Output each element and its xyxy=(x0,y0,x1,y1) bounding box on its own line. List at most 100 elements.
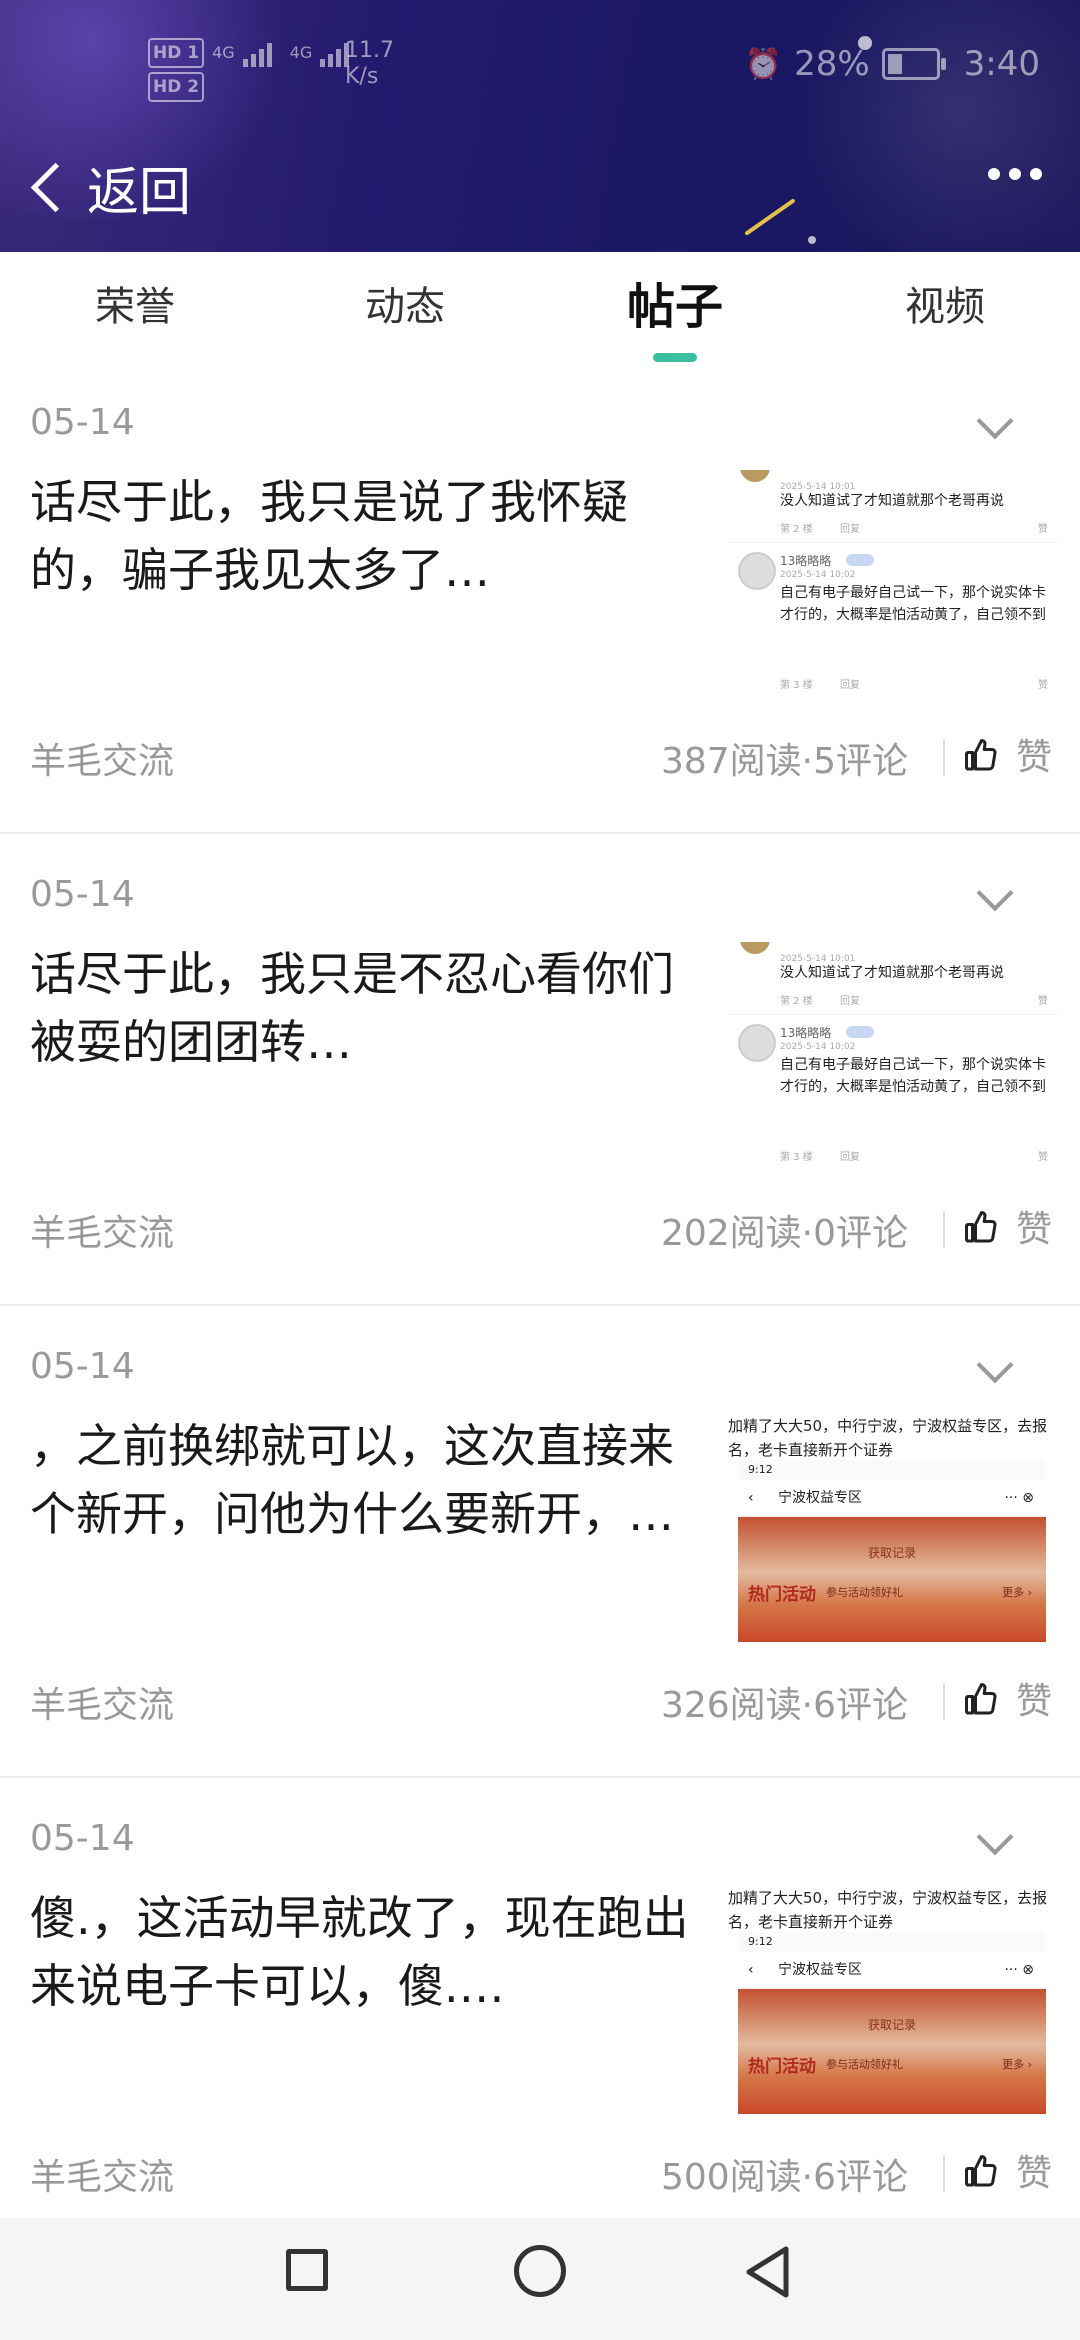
speed-value: 11.7 xyxy=(345,38,394,63)
comment-reply: 回复 xyxy=(840,996,860,1007)
system-nav-bar xyxy=(0,2218,1080,2340)
tab-honor[interactable]: 荣誉 xyxy=(0,252,270,362)
more-dots-icon xyxy=(1030,168,1042,180)
comment-floor: 第 3 楼 xyxy=(780,680,813,691)
thumb-hot-sub: 参与活动领好礼 xyxy=(826,2058,903,2071)
post-title[interactable]: 话尽于此，我只是说了我怀疑的，骗子我见太多了… xyxy=(30,468,710,604)
thumb-record: 获取记录 xyxy=(867,2018,916,2032)
thumb-record: 获取记录 xyxy=(867,1546,916,1560)
comment-user: 13略略略 xyxy=(780,1026,832,1040)
comment-like: 赞 xyxy=(1038,1152,1048,1163)
tab-label: 帖子 xyxy=(626,279,723,335)
signal-group: HD 1 4G 4G HD 2 xyxy=(148,36,350,104)
post-title[interactable]: ，之前换绑就可以，这次直接来个新开，问他为什么要新开，… xyxy=(30,1412,710,1548)
post-category[interactable]: 羊毛交流 xyxy=(30,1676,174,1728)
thumbs-up-icon xyxy=(964,739,997,771)
thumb-statusbar: 9:12 xyxy=(738,1932,1046,1952)
post-category[interactable]: 羊毛交流 xyxy=(30,2148,174,2200)
post-date: 05-14 xyxy=(30,402,135,443)
thumb-hot-sub: 参与活动领好礼 xyxy=(826,1586,903,1599)
triangle-back-icon[interactable] xyxy=(742,2244,792,2300)
thumbs-up-icon xyxy=(964,1211,997,1243)
post-stats: 326阅读·6评论 xyxy=(660,1685,908,1726)
battery-percent: 28% xyxy=(794,44,870,84)
like-button[interactable]: 赞 xyxy=(962,2144,1052,2196)
thumb-caption: 加精了大大50，中行宁波，宁波权益专区，去报名，老卡直接新开个证券 xyxy=(728,1417,1048,1459)
battery-icon xyxy=(881,48,946,80)
thumb-more: 更多 › xyxy=(1002,2058,1032,2071)
comment-floor: 第 2 楼 xyxy=(780,996,813,1007)
tab-posts[interactable]: 帖子 xyxy=(540,252,810,362)
decor-streak xyxy=(744,198,796,236)
network-type-2: 4G xyxy=(289,43,313,62)
post-stats: 387阅读·5评论 xyxy=(660,741,908,782)
thumb-statusbar: 9:12 xyxy=(738,1460,1046,1480)
like-label: 赞 xyxy=(1015,1681,1052,1722)
post-thumbnail[interactable]: 加精了大大50，中行宁波，宁波权益专区，去报名，老卡直接新开个证券 9:12 ‹… xyxy=(728,1414,1058,1642)
comment-floor: 第 3 楼 xyxy=(780,1152,813,1163)
sim2-badge: HD 2 xyxy=(148,72,205,102)
avatar xyxy=(740,470,770,482)
tab-activity[interactable]: 动态 xyxy=(270,252,540,362)
user-badge xyxy=(846,1026,874,1038)
clock: 3:40 xyxy=(963,44,1040,84)
tab-bar: 荣誉 动态 帖子 视频 xyxy=(0,252,1080,362)
thumb-more: 更多 › xyxy=(1002,1586,1032,1599)
post-category[interactable]: 羊毛交流 xyxy=(30,732,174,784)
battery-level xyxy=(887,54,903,74)
close-icon: ··· ⊗ xyxy=(1004,1490,1034,1506)
like-label: 赞 xyxy=(1015,2153,1052,2194)
comment-time: 2025-5-14 10:02 xyxy=(780,570,856,580)
divider xyxy=(943,2156,945,2192)
like-button[interactable]: 赞 xyxy=(962,728,1052,780)
tab-label: 动态 xyxy=(365,284,445,330)
post-category[interactable]: 羊毛交流 xyxy=(30,1204,174,1256)
thumb-hot: 热门活动 xyxy=(748,1585,816,1605)
post-thumbnail[interactable]: 2025-5-14 10:01 没人知道试了才知道就那个老哥再说 第 2 楼 回… xyxy=(728,470,1058,698)
chevron-down-icon[interactable] xyxy=(976,1818,1014,1856)
thumbs-up-icon xyxy=(964,2155,997,2187)
chevron-down-icon[interactable] xyxy=(976,874,1014,912)
post-item[interactable]: 05-14 话尽于此，我只是说了我怀疑的，骗子我见太多了… 2025-5-14 … xyxy=(0,362,1080,834)
back-label: 返回 xyxy=(87,163,192,223)
comment-reply: 回复 xyxy=(840,1152,860,1163)
thumb-screenshot: 9:12 ‹ 宁波权益专区 ··· ⊗ 获取记录 热门活动 参与活动领好礼 更多 › xyxy=(738,1460,1046,1642)
like-button[interactable]: 赞 xyxy=(962,1672,1052,1724)
comment-floor: 第 2 楼 xyxy=(780,524,813,535)
post-title[interactable]: 傻.，这活动早就改了，现在跑出来说电子卡可以，傻.… xyxy=(30,1884,710,2020)
post-thumbnail[interactable]: 2025-5-14 10:01 没人知道试了才知道就那个老哥再说 第 2 楼 回… xyxy=(728,942,1058,1170)
thumb-nav-title: 宁波权益专区 xyxy=(778,1962,862,1978)
back-button[interactable]: 返回 xyxy=(26,150,191,225)
status-bar: HD 1 4G 4G HD 2 11.7 K/s ⏰ 28% 3:40 xyxy=(0,0,1080,130)
thumb-screenshot: 9:12 ‹ 宁波权益专区 ··· ⊗ 获取记录 热门活动 参与活动领好礼 更多 › xyxy=(738,1932,1046,2114)
close-icon: ··· ⊗ xyxy=(1004,1962,1034,1978)
thumb-nav-title: 宁波权益专区 xyxy=(778,1490,862,1506)
thumb-banner xyxy=(738,1988,1046,2114)
like-label: 赞 xyxy=(1015,1209,1052,1250)
sim1-badge: HD 1 xyxy=(148,38,205,68)
comment-text: 自己有电子最好自己试一下，那个说实体卡才行的，大概率是怕活动黄了，自己领不到 xyxy=(780,1057,1046,1095)
tab-videos[interactable]: 视频 xyxy=(810,252,1080,362)
square-icon[interactable] xyxy=(286,2249,328,2291)
post-item[interactable]: 05-14 话尽于此，我只是不忍心看你们被耍的团团转… 2025-5-14 10… xyxy=(0,834,1080,1306)
comment-like: 赞 xyxy=(1038,680,1048,691)
user-badge xyxy=(846,554,874,566)
post-stats: 500阅读·6评论 xyxy=(660,2157,908,2198)
circle-icon[interactable] xyxy=(514,2245,566,2297)
thumb-banner xyxy=(738,1516,1046,1642)
post-item[interactable]: 05-14 ，之前换绑就可以，这次直接来个新开，问他为什么要新开，… 加精了大大… xyxy=(0,1306,1080,1778)
post-item[interactable]: 05-14 傻.，这活动早就改了，现在跑出来说电子卡可以，傻.… 加精了大大50… xyxy=(0,1778,1080,2250)
chevron-left-icon: ‹ xyxy=(748,1962,754,1978)
thumb-caption: 加精了大大50，中行宁波，宁波权益专区，去报名，老卡直接新开个证券 xyxy=(728,1889,1048,1931)
thumb-navbar: ‹ 宁波权益专区 ··· ⊗ xyxy=(738,1952,1046,1989)
chevron-down-icon[interactable] xyxy=(976,402,1014,440)
post-title[interactable]: 话尽于此，我只是不忍心看你们被耍的团团转… xyxy=(30,940,710,1076)
post-thumbnail[interactable]: 加精了大大50，中行宁波，宁波权益专区，去报名，老卡直接新开个证券 9:12 ‹… xyxy=(728,1886,1058,2114)
more-button[interactable] xyxy=(988,168,1042,180)
thumb-navbar: ‹ 宁波权益专区 ··· ⊗ xyxy=(738,1480,1046,1517)
network-type-1: 4G xyxy=(212,43,235,62)
like-button[interactable]: 赞 xyxy=(962,1200,1052,1252)
avatar xyxy=(740,942,770,954)
chevron-down-icon[interactable] xyxy=(976,1346,1014,1384)
divider xyxy=(943,740,945,776)
